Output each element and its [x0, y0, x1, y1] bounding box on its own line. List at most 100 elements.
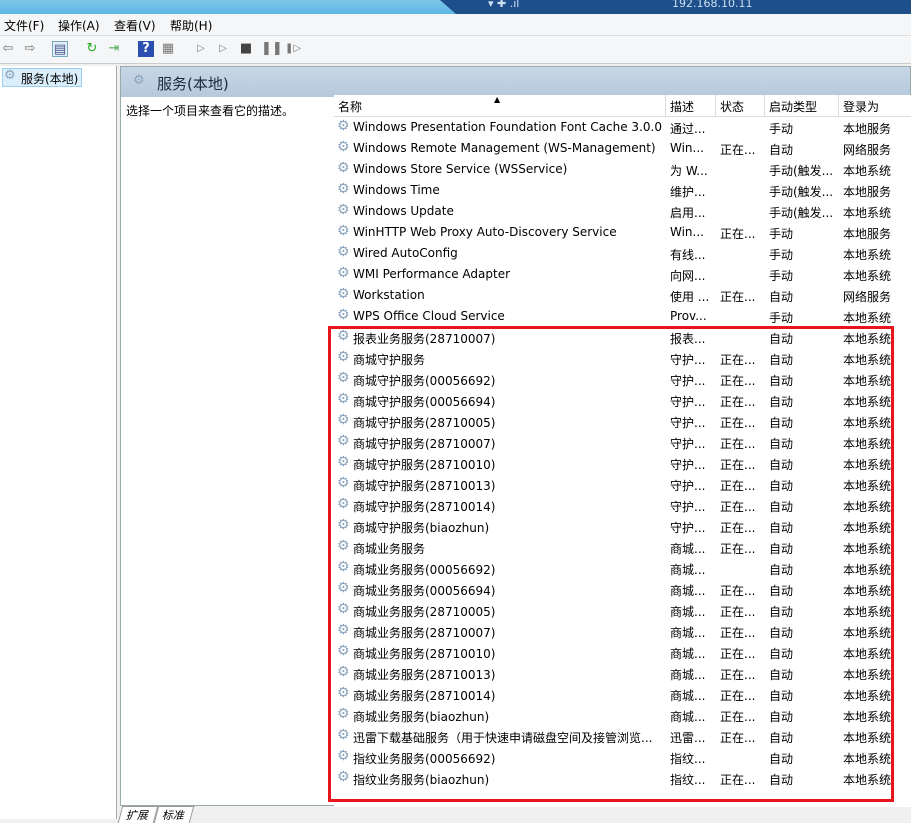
pause-icon[interactable]: ❚❚ — [261, 41, 283, 57]
forward-icon[interactable]: ⇨ — [22, 41, 38, 57]
service-logon-as: 网络服务 — [843, 290, 892, 304]
sort-ascending-icon: ▲ — [494, 95, 501, 104]
service-row[interactable]: ⚙ Windows Update 启用... 手动(触发... 本地系统 — [334, 201, 911, 222]
service-logon-as: 本地系统 — [843, 689, 892, 703]
stop-icon[interactable]: ■ — [238, 41, 254, 57]
tab-standard[interactable]: 标准 — [153, 806, 195, 823]
service-description: 向网... — [670, 269, 706, 283]
gear-icon: ⚙ — [337, 412, 350, 428]
menu-action[interactable]: 操作(A) — [58, 17, 100, 34]
service-row[interactable]: ⚙ Windows Time 维护... 手动(触发... 本地服务 — [334, 180, 911, 201]
service-startup-type: 自动 — [769, 689, 794, 703]
service-row[interactable]: ⚙ 商城业务服务(28710007) 商城... 正在... 自动 本地系统 — [334, 621, 911, 642]
service-row[interactable]: ⚙ 商城业务服务(28710013) 商城... 正在... 自动 本地系统 — [334, 663, 911, 684]
service-startup-type: 自动 — [769, 458, 794, 472]
service-row[interactable]: ⚙ Wired AutoConfig 有线... 手动 本地系统 — [334, 243, 911, 264]
service-status: 正在... — [720, 710, 756, 724]
start-alt-icon[interactable]: ▷ — [215, 41, 231, 57]
gear-icon: ⚙ — [337, 307, 350, 323]
gear-icon: ⚙ — [337, 139, 350, 155]
service-logon-as: 本地系统 — [843, 395, 892, 409]
service-row[interactable]: ⚙ 商城守护服务(biaozhun) 守护... 正在... 自动 本地系统 — [334, 516, 911, 537]
service-row[interactable]: ⚙ Workstation 使用 ... 正在... 自动 网络服务 — [334, 285, 911, 306]
service-startup-type: 自动 — [769, 332, 794, 346]
service-row[interactable]: ⚙ 商城业务服务(00056692) 商城... 自动 本地系统 — [334, 558, 911, 579]
resume-icon[interactable]: ❚▷ — [285, 41, 301, 57]
service-row[interactable]: ⚙ 商城业务服务(biaozhun) 商城... 正在... 自动 本地系统 — [334, 705, 911, 726]
service-logon-as: 本地系统 — [843, 458, 892, 472]
service-description: Win... — [670, 225, 704, 239]
tab-extended[interactable]: 扩展 — [117, 806, 159, 823]
service-row[interactable]: ⚙ 商城业务服务(00056694) 商城... 正在... 自动 本地系统 — [334, 579, 911, 600]
service-startup-type: 手动 — [769, 311, 794, 325]
column-header-status[interactable]: 状态 — [716, 95, 765, 117]
start-icon[interactable]: ▷ — [193, 41, 209, 57]
service-name: 商城业务服务(28710007) — [353, 626, 496, 640]
service-row[interactable]: ⚙ WMI Performance Adapter 向网... 手动 本地系统 — [334, 264, 911, 285]
service-row[interactable]: ⚙ 商城守护服务(28710010) 守护... 正在... 自动 本地系统 — [334, 453, 911, 474]
menu-file[interactable]: 文件(F) — [4, 17, 44, 34]
service-row[interactable]: ⚙ 商城守护服务(28710013) 守护... 正在... 自动 本地系统 — [334, 474, 911, 495]
service-row[interactable]: ⚙ 指纹业务服务(00056692) 指纹... 自动 本地系统 — [334, 747, 911, 768]
service-startup-type: 手动(触发... — [769, 185, 834, 199]
service-logon-as: 网络服务 — [843, 143, 892, 157]
service-logon-as: 本地系统 — [843, 605, 892, 619]
service-name: 商城守护服务(00056694) — [353, 395, 496, 409]
properties-icon[interactable]: ▦ — [160, 41, 176, 57]
service-row[interactable]: ⚙ 商城守护服务(28710007) 守护... 正在... 自动 本地系统 — [334, 432, 911, 453]
column-header-name[interactable]: 名称 ▲ — [334, 95, 666, 117]
service-row[interactable]: ⚙ 报表业务服务(28710007) 报表... 自动 本地系统 — [334, 327, 911, 348]
service-description: 守护... — [670, 458, 706, 472]
service-row[interactable]: ⚙ 商城业务服务(28710005) 商城... 正在... 自动 本地系统 — [334, 600, 911, 621]
help-icon[interactable]: ? — [138, 41, 154, 57]
service-description: 使用 ... — [670, 290, 710, 304]
service-row[interactable]: ⚙ Windows Presentation Foundation Font Ca… — [334, 117, 911, 138]
service-status: 正在... — [720, 542, 756, 556]
service-description: 守护... — [670, 437, 706, 451]
gear-icon: ⚙ — [337, 160, 350, 176]
gear-icon: ⚙ — [4, 68, 16, 83]
column-header-startup-type[interactable]: 启动类型 — [765, 95, 839, 117]
back-icon[interactable]: ⇦ — [0, 41, 16, 57]
menu-help[interactable]: 帮助(H) — [170, 17, 212, 34]
pin-icon[interactable]: ▾ ✚ .ıl — [488, 0, 519, 10]
service-startup-type: 自动 — [769, 668, 794, 682]
service-status: 正在... — [720, 584, 756, 598]
service-row[interactable]: ⚙ 商城守护服务(00056692) 守护... 正在... 自动 本地系统 — [334, 369, 911, 390]
column-header-logon-as[interactable]: 登录为 — [839, 95, 911, 117]
show-hide-tree-icon[interactable]: ▤ — [52, 41, 68, 57]
service-logon-as: 本地系统 — [843, 500, 892, 514]
service-row[interactable]: ⚙ WPS Office Cloud Service Prov... 手动 本地系统 — [334, 306, 911, 327]
service-row[interactable]: ⚙ 商城业务服务(28710014) 商城... 正在... 自动 本地系统 — [334, 684, 911, 705]
service-startup-type: 手动 — [769, 122, 794, 136]
menu-view[interactable]: 查看(V) — [114, 17, 156, 34]
services-pane: ⚙ 服务(本地) 选择一个项目来查看它的描述。 名称 ▲ 描述 状态 启动类型 登… — [120, 66, 911, 807]
service-description: 守护... — [670, 521, 706, 535]
service-logon-as: 本地系统 — [843, 542, 892, 556]
service-description: 商城... — [670, 563, 706, 577]
service-name: 商城守护服务(28710014) — [353, 500, 496, 514]
export-list-icon[interactable]: ⇥ — [106, 41, 122, 57]
service-row[interactable]: ⚙ 指纹业务服务(biaozhun) 指纹... 正在... 自动 本地系统 — [334, 768, 911, 789]
service-row[interactable]: ⚙ 商城业务服务 商城... 正在... 自动 本地系统 — [334, 537, 911, 558]
column-header-description[interactable]: 描述 — [666, 95, 716, 117]
service-row[interactable]: ⚙ 商城守护服务(28710014) 守护... 正在... 自动 本地系统 — [334, 495, 911, 516]
tree-item-services-local[interactable]: ⚙ 服务(本地) — [2, 68, 83, 87]
service-logon-as: 本地系统 — [843, 710, 892, 724]
service-name: WMI Performance Adapter — [353, 267, 511, 281]
gear-icon: ⚙ — [337, 223, 350, 239]
service-row[interactable]: ⚙ 商城守护服务(00056694) 守护... 正在... 自动 本地系统 — [334, 390, 911, 411]
service-row[interactable]: ⚙ 迅雷下载基础服务（用于快速申请磁盘空间及接管浏览... 迅雷... 正在... 自动… — [334, 726, 911, 747]
service-logon-as: 本地系统 — [843, 311, 892, 325]
service-row[interactable]: ⚙ 商城守护服务 守护... 正在... 自动 本地系统 — [334, 348, 911, 369]
service-description: 指纹... — [670, 773, 706, 787]
service-name: 商城守护服务(28710005) — [353, 416, 496, 430]
service-row[interactable]: ⚙ Windows Store Service (WSService) 为 W...… — [334, 159, 911, 180]
service-row[interactable]: ⚙ Windows Remote Management (WS-Managemen… — [334, 138, 911, 159]
refresh-icon[interactable]: ↻ — [84, 41, 100, 57]
service-row[interactable]: ⚙ 商城业务服务(28710010) 商城... 正在... 自动 本地系统 — [334, 642, 911, 663]
service-row[interactable]: ⚙ 商城守护服务(28710005) 守护... 正在... 自动 本地系统 — [334, 411, 911, 432]
service-startup-type: 手动(触发... — [769, 164, 834, 178]
service-logon-as: 本地系统 — [843, 479, 892, 493]
service-row[interactable]: ⚙ WinHTTP Web Proxy Auto-Discovery Servic… — [334, 222, 911, 243]
